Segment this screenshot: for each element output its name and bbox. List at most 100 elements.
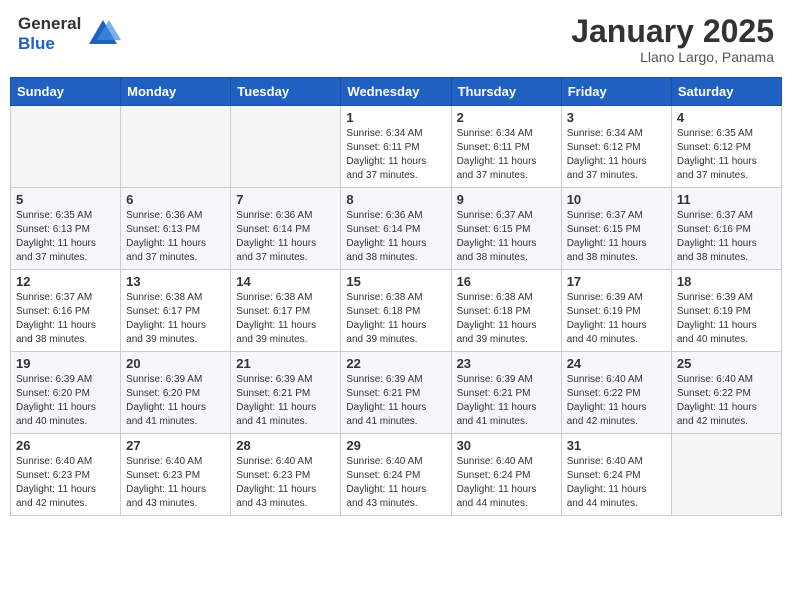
weekday-header: Monday	[121, 78, 231, 106]
day-number: 5	[16, 192, 115, 207]
calendar-day-cell: 13Sunrise: 6:38 AM Sunset: 6:17 PM Dayli…	[121, 270, 231, 352]
calendar-day-cell: 11Sunrise: 6:37 AM Sunset: 6:16 PM Dayli…	[671, 188, 781, 270]
day-number: 10	[567, 192, 666, 207]
weekday-header: Tuesday	[231, 78, 341, 106]
calendar-day-cell: 28 Sunrise: 6:40 AM Sunset: 6:23 PM Dayli…	[231, 434, 341, 516]
page-header: General Blue January 2025 Llano Largo, P…	[10, 10, 782, 69]
day-number: 12	[16, 274, 115, 289]
calendar-day-cell	[671, 434, 781, 516]
calendar-day-cell: 17 Sunrise: 6:39 AM Sunset: 6:19 PM Dayli…	[561, 270, 671, 352]
calendar-day-cell: 2 Sunrise: 6:34 AM Sunset: 6:11 PM Daylig…	[451, 106, 561, 188]
day-number: 17	[567, 274, 666, 289]
day-number: 21	[236, 356, 335, 371]
calendar-table: SundayMondayTuesdayWednesdayThursdayFrid…	[10, 77, 782, 516]
day-info: Sunrise: 6:38 AM Sunset: 6:18 PM Dayligh…	[457, 291, 556, 347]
day-info: Sunrise: 6:38 AM Sunset: 6:17 PM Dayligh…	[126, 291, 225, 347]
day-number: 19	[16, 356, 115, 371]
day-number: 6	[126, 192, 225, 207]
calendar-day-cell: 9 Sunrise: 6:37 AM Sunset: 6:15 PM Daylig…	[451, 188, 561, 270]
day-number: 14	[236, 274, 335, 289]
day-info: Sunrise: 6:34 AM Sunset: 6:12 PM Dayligh…	[567, 127, 666, 183]
day-info: Sunrise: 6:37 AM Sunset: 6:15 PM Dayligh…	[457, 209, 556, 265]
day-number: 16	[457, 274, 556, 289]
day-info: Sunrise: 6:40 AM Sunset: 6:23 PM Dayligh…	[236, 455, 335, 511]
day-info: Sunrise: 6:37 AM Sunset: 6:16 PM Dayligh…	[16, 291, 115, 347]
day-info: Sunrise: 6:39 AM Sunset: 6:20 PM Dayligh…	[16, 373, 115, 429]
calendar-week-row: 19 Sunrise: 6:39 AM Sunset: 6:20 PM Dayli…	[11, 352, 782, 434]
calendar-day-cell: 1Sunrise: 6:34 AM Sunset: 6:11 PM Daylig…	[341, 106, 451, 188]
logo-icon	[85, 16, 121, 52]
day-info: Sunrise: 6:39 AM Sunset: 6:21 PM Dayligh…	[346, 373, 445, 429]
calendar-day-cell: 26 Sunrise: 6:40 AM Sunset: 6:23 PM Dayli…	[11, 434, 121, 516]
weekday-header: Wednesday	[341, 78, 451, 106]
day-number: 28	[236, 438, 335, 453]
calendar-day-cell: 10Sunrise: 6:37 AM Sunset: 6:15 PM Dayli…	[561, 188, 671, 270]
day-number: 15	[346, 274, 445, 289]
day-info: Sunrise: 6:37 AM Sunset: 6:16 PM Dayligh…	[677, 209, 776, 265]
calendar-week-row: 12 Sunrise: 6:37 AM Sunset: 6:16 PM Dayli…	[11, 270, 782, 352]
day-number: 1	[346, 110, 445, 125]
day-info: Sunrise: 6:40 AM Sunset: 6:23 PM Dayligh…	[16, 455, 115, 511]
calendar-day-cell	[231, 106, 341, 188]
day-number: 26	[16, 438, 115, 453]
logo-general: General	[18, 14, 81, 33]
day-info: Sunrise: 6:40 AM Sunset: 6:22 PM Dayligh…	[567, 373, 666, 429]
day-info: Sunrise: 6:34 AM Sunset: 6:11 PM Dayligh…	[457, 127, 556, 183]
logo-text: General Blue	[18, 14, 121, 53]
day-info: Sunrise: 6:39 AM Sunset: 6:21 PM Dayligh…	[457, 373, 556, 429]
weekday-header: Thursday	[451, 78, 561, 106]
day-number: 18	[677, 274, 776, 289]
calendar-day-cell: 4 Sunrise: 6:35 AM Sunset: 6:12 PM Daylig…	[671, 106, 781, 188]
day-info: Sunrise: 6:39 AM Sunset: 6:21 PM Dayligh…	[236, 373, 335, 429]
day-number: 20	[126, 356, 225, 371]
calendar-day-cell: 24Sunrise: 6:40 AM Sunset: 6:22 PM Dayli…	[561, 352, 671, 434]
calendar-day-cell: 6Sunrise: 6:36 AM Sunset: 6:13 PM Daylig…	[121, 188, 231, 270]
calendar-day-cell: 12 Sunrise: 6:37 AM Sunset: 6:16 PM Dayli…	[11, 270, 121, 352]
day-number: 29	[346, 438, 445, 453]
calendar-day-cell: 5Sunrise: 6:35 AM Sunset: 6:13 PM Daylig…	[11, 188, 121, 270]
day-info: Sunrise: 6:36 AM Sunset: 6:14 PM Dayligh…	[236, 209, 335, 265]
day-number: 27	[126, 438, 225, 453]
calendar-day-cell: 15 Sunrise: 6:38 AM Sunset: 6:18 PM Dayli…	[341, 270, 451, 352]
calendar-day-cell: 31Sunrise: 6:40 AM Sunset: 6:24 PM Dayli…	[561, 434, 671, 516]
day-info: Sunrise: 6:40 AM Sunset: 6:24 PM Dayligh…	[457, 455, 556, 511]
calendar-day-cell: 20 Sunrise: 6:39 AM Sunset: 6:20 PM Dayli…	[121, 352, 231, 434]
day-number: 22	[346, 356, 445, 371]
day-info: Sunrise: 6:40 AM Sunset: 6:22 PM Dayligh…	[677, 373, 776, 429]
calendar-day-cell: 3 Sunrise: 6:34 AM Sunset: 6:12 PM Daylig…	[561, 106, 671, 188]
day-number: 9	[457, 192, 556, 207]
day-info: Sunrise: 6:35 AM Sunset: 6:12 PM Dayligh…	[677, 127, 776, 183]
calendar-day-cell: 29 Sunrise: 6:40 AM Sunset: 6:24 PM Dayli…	[341, 434, 451, 516]
day-info: Sunrise: 6:36 AM Sunset: 6:14 PM Dayligh…	[346, 209, 445, 265]
calendar-day-cell: 23 Sunrise: 6:39 AM Sunset: 6:21 PM Dayli…	[451, 352, 561, 434]
day-number: 23	[457, 356, 556, 371]
day-info: Sunrise: 6:38 AM Sunset: 6:17 PM Dayligh…	[236, 291, 335, 347]
logo-blue: Blue	[18, 34, 55, 53]
weekday-header: Friday	[561, 78, 671, 106]
title-block: January 2025 Llano Largo, Panama	[571, 14, 774, 65]
day-info: Sunrise: 6:40 AM Sunset: 6:24 PM Dayligh…	[346, 455, 445, 511]
calendar-week-row: 26 Sunrise: 6:40 AM Sunset: 6:23 PM Dayli…	[11, 434, 782, 516]
day-number: 2	[457, 110, 556, 125]
calendar-day-cell: 21 Sunrise: 6:39 AM Sunset: 6:21 PM Dayli…	[231, 352, 341, 434]
calendar-week-row: 5Sunrise: 6:35 AM Sunset: 6:13 PM Daylig…	[11, 188, 782, 270]
day-info: Sunrise: 6:39 AM Sunset: 6:19 PM Dayligh…	[567, 291, 666, 347]
calendar-day-cell: 30 Sunrise: 6:40 AM Sunset: 6:24 PM Dayli…	[451, 434, 561, 516]
day-info: Sunrise: 6:39 AM Sunset: 6:19 PM Dayligh…	[677, 291, 776, 347]
calendar-day-cell: 7Sunrise: 6:36 AM Sunset: 6:14 PM Daylig…	[231, 188, 341, 270]
day-info: Sunrise: 6:39 AM Sunset: 6:20 PM Dayligh…	[126, 373, 225, 429]
subtitle: Llano Largo, Panama	[571, 49, 774, 65]
calendar-day-cell	[121, 106, 231, 188]
weekday-header-row: SundayMondayTuesdayWednesdayThursdayFrid…	[11, 78, 782, 106]
calendar-day-cell	[11, 106, 121, 188]
weekday-header: Sunday	[11, 78, 121, 106]
day-number: 8	[346, 192, 445, 207]
day-number: 4	[677, 110, 776, 125]
day-number: 3	[567, 110, 666, 125]
day-number: 30	[457, 438, 556, 453]
month-title: January 2025	[571, 14, 774, 49]
calendar-day-cell: 19 Sunrise: 6:39 AM Sunset: 6:20 PM Dayli…	[11, 352, 121, 434]
day-info: Sunrise: 6:38 AM Sunset: 6:18 PM Dayligh…	[346, 291, 445, 347]
day-number: 31	[567, 438, 666, 453]
calendar-day-cell: 22 Sunrise: 6:39 AM Sunset: 6:21 PM Dayli…	[341, 352, 451, 434]
